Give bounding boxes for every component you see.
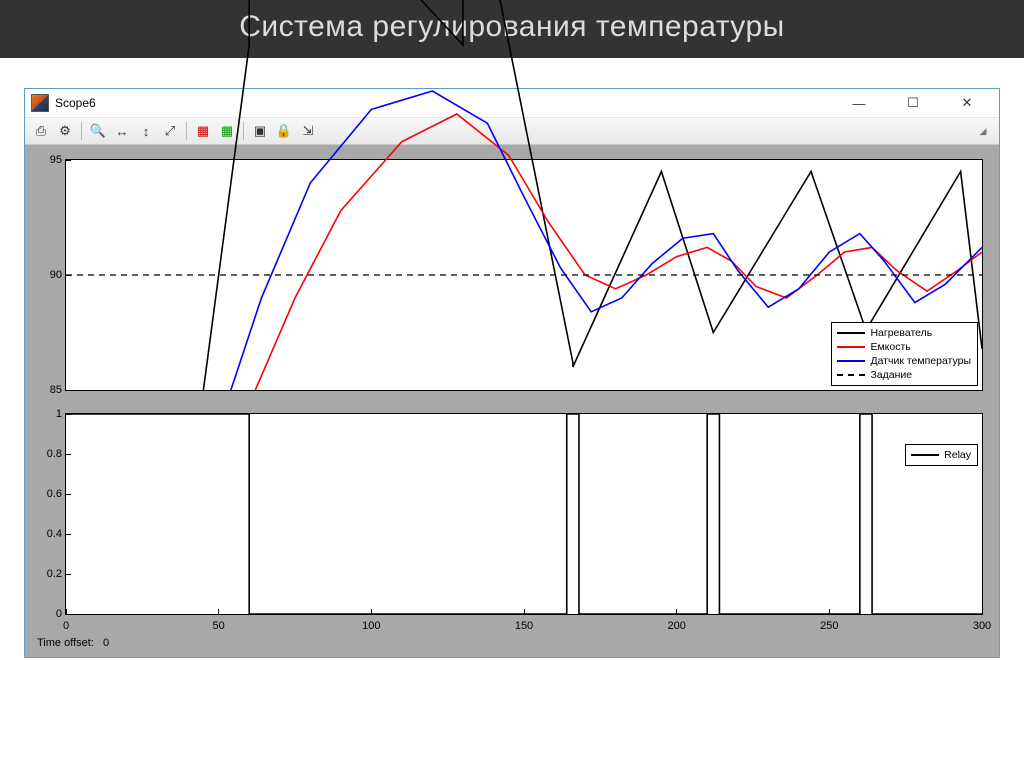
- window-title: Scope6: [55, 96, 841, 110]
- matlab-icon: [31, 94, 49, 112]
- titlebar: Scope6 — ☐ ✕: [25, 89, 999, 118]
- x-tick-label: 100: [362, 620, 380, 632]
- temperature-plot[interactable]: НагревательЕмкостьДатчик температурыЗада…: [65, 159, 983, 391]
- x-tick-label: 200: [667, 620, 685, 632]
- zoom-x-icon[interactable]: ↔: [112, 121, 132, 141]
- y-tick-label: 90: [36, 269, 62, 281]
- y-tick-label: 0: [36, 608, 62, 620]
- autoscale-icon[interactable]: ⤢: [160, 121, 180, 141]
- minimize-button[interactable]: —: [841, 93, 877, 113]
- close-button[interactable]: ✕: [949, 93, 985, 113]
- toolbar-separator: [81, 122, 82, 140]
- y-tick-label: 1: [36, 408, 62, 420]
- y-tick-label: 85: [36, 384, 62, 396]
- dropdown-icon[interactable]: ◢: [973, 121, 993, 141]
- y-tick-label: 95: [36, 154, 62, 166]
- toolbar-separator: [243, 122, 244, 140]
- plot-area: НагревательЕмкостьДатчик температурыЗада…: [25, 145, 999, 657]
- y-tick-label: 0.8: [36, 448, 62, 460]
- x-tick-label: 250: [820, 620, 838, 632]
- y-tick-label: 0.2: [36, 568, 62, 580]
- print-icon[interactable]: ⎙: [31, 121, 51, 141]
- zoom-y-icon[interactable]: ↕: [136, 121, 156, 141]
- legend-entry: Датчик температуры: [837, 354, 971, 368]
- cursor1-icon[interactable]: ▦: [193, 121, 213, 141]
- legend-entry: Relay: [911, 448, 971, 462]
- y-tick-label: 0.4: [36, 528, 62, 540]
- y-tick-label: 0.6: [36, 488, 62, 500]
- toolbar: ⎙ ⚙ 🔍 ↔ ↕ ⤢ ▦ ▦ ▣ 🔒 ⇲ ◢: [25, 118, 999, 145]
- x-tick-label: 150: [515, 620, 533, 632]
- scope-window: Scope6 — ☐ ✕ ⎙ ⚙ 🔍 ↔ ↕ ⤢ ▦ ▦ ▣ 🔒 ⇲ ◢ Наг…: [24, 88, 1000, 658]
- x-tick-label: 50: [213, 620, 225, 632]
- zoom-icon[interactable]: 🔍: [88, 121, 108, 141]
- legend-temperature: НагревательЕмкостьДатчик температурыЗада…: [831, 322, 978, 386]
- legend-entry: Нагреватель: [837, 326, 971, 340]
- relay-plot[interactable]: Relay 00.20.40.60.81050100150200250300: [65, 413, 983, 615]
- cursor2-icon[interactable]: ▦: [217, 121, 237, 141]
- x-tick-label: 300: [973, 620, 991, 632]
- lock-icon[interactable]: 🔒: [274, 121, 294, 141]
- float-icon[interactable]: ▣: [250, 121, 270, 141]
- legend-entry: Емкость: [837, 340, 971, 354]
- settings-icon[interactable]: ⚙: [55, 121, 75, 141]
- legend-entry: Задание: [837, 368, 971, 382]
- slide-title: Система регулирования температуры: [0, 0, 1024, 58]
- relay-plot-svg: [66, 414, 982, 614]
- params-icon[interactable]: ⇲: [298, 121, 318, 141]
- x-tick-label: 0: [63, 620, 69, 632]
- time-offset: Time offset: 0: [35, 637, 989, 649]
- maximize-button[interactable]: ☐: [895, 93, 931, 113]
- legend-relay: Relay: [905, 444, 978, 466]
- toolbar-separator: [186, 122, 187, 140]
